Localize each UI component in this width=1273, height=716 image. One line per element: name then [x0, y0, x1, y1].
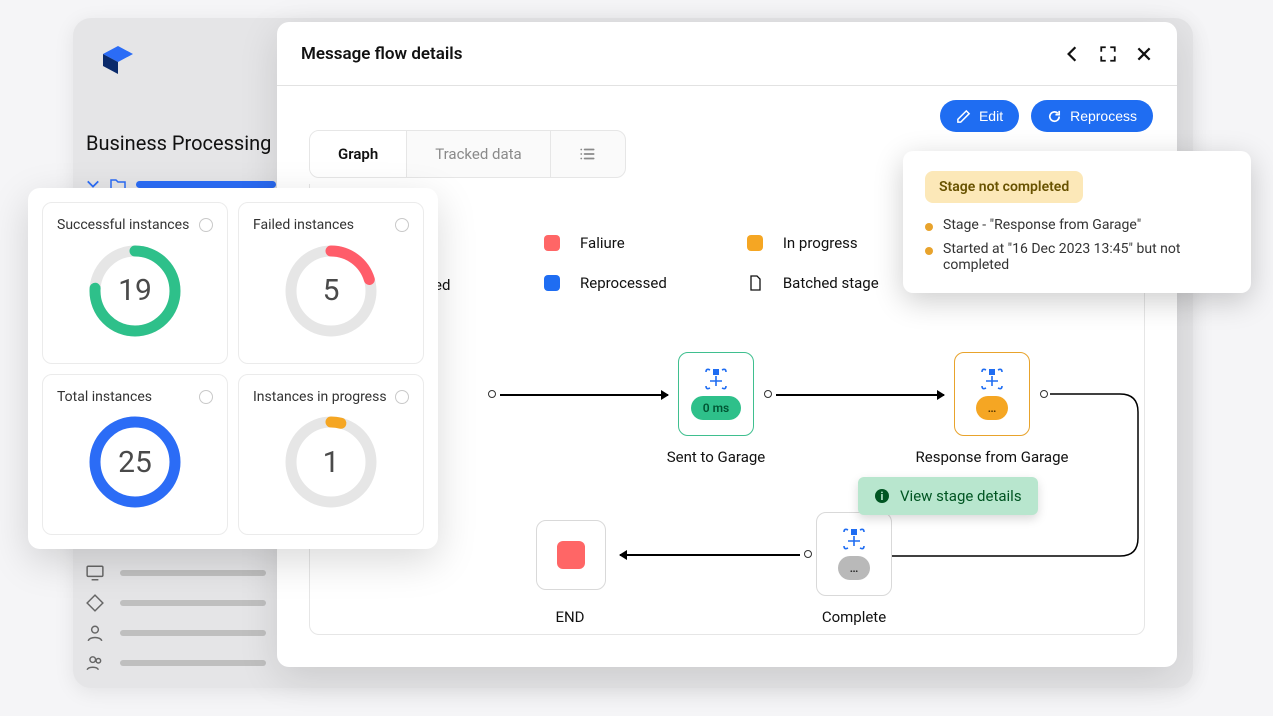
document-icon: [747, 275, 763, 291]
view-stage-details-tip[interactable]: i View stage details: [858, 477, 1038, 515]
tab-tracked-data[interactable]: Tracked data: [407, 131, 550, 177]
tip-label: View stage details: [900, 487, 1022, 505]
legend-batched: Batched stage: [747, 274, 879, 292]
info-icon[interactable]: [395, 218, 409, 232]
node-sent-to-garage[interactable]: 0 ms: [678, 352, 754, 436]
node-end[interactable]: [536, 520, 606, 590]
back-icon[interactable]: [1063, 45, 1081, 63]
node3-pill: …: [838, 556, 871, 580]
kpi-successful-value: 19: [118, 273, 152, 308]
sidebar-items: [86, 558, 266, 678]
info-icon: i: [874, 488, 890, 504]
panel-title: Message flow details: [301, 44, 462, 64]
port-start: [488, 390, 496, 398]
refresh-icon: [1047, 109, 1062, 124]
legend-failure: Faliure: [544, 234, 667, 252]
close-icon[interactable]: [1135, 45, 1153, 63]
end-icon: [557, 541, 585, 569]
edit-button-label: Edit: [979, 108, 1003, 124]
node1-label: Sent to Garage: [616, 448, 816, 466]
port-n1-out: [764, 390, 772, 398]
swatch-reprocessed: [544, 275, 560, 291]
kpi-total-value: 25: [118, 445, 152, 480]
node1-time-pill: 0 ms: [691, 396, 741, 420]
workspace-title: Business Processing: [86, 131, 271, 155]
kpi-failed-value: 5: [323, 273, 340, 308]
kpi-progress-value: 1: [323, 445, 340, 480]
panel-header: Message flow details: [277, 22, 1177, 86]
arrow-n2-to-n3: [870, 390, 1150, 560]
node3-label: Complete: [754, 608, 954, 626]
arrow-n3-to-end: [620, 554, 800, 556]
edit-button[interactable]: Edit: [940, 100, 1019, 132]
fullscreen-icon[interactable]: [1099, 45, 1117, 63]
stage-status-popover: Stage not completed Stage - "Response fr…: [903, 151, 1251, 293]
kpi-total: Total instances 25: [42, 374, 228, 536]
reprocess-button-label: Reprocess: [1070, 108, 1137, 124]
edit-icon: [956, 109, 971, 124]
info-icon[interactable]: [395, 390, 409, 404]
info-icon[interactable]: [199, 218, 213, 232]
legend-reprocessed: Reprocessed: [544, 274, 667, 292]
flow-node-icon: [978, 368, 1006, 390]
swatch-in-progress: [747, 235, 763, 251]
arrow-start-to-node1: [500, 394, 668, 396]
tab-graph[interactable]: Graph: [310, 131, 407, 177]
action-row: Edit Reprocess: [277, 86, 1177, 132]
app-logo: [103, 46, 133, 84]
swatch-failure: [544, 235, 560, 251]
info-icon[interactable]: [199, 390, 213, 404]
kpi-card: Successful instances 19 Failed instances…: [28, 188, 438, 549]
popover-line: Started at "16 Dec 2023 13:45" but not c…: [925, 241, 1229, 273]
svg-text:i: i: [881, 490, 884, 503]
end-label: END: [470, 608, 670, 626]
monitor-icon: [86, 564, 104, 582]
status-badge: Stage not completed: [925, 171, 1083, 203]
reprocess-button[interactable]: Reprocess: [1031, 100, 1153, 132]
users-icon: [86, 654, 104, 672]
diamond-icon: [86, 594, 104, 612]
user-icon: [86, 624, 104, 642]
popover-line: Stage - "Response from Garage": [925, 217, 1229, 233]
tabs: Graph Tracked data: [309, 130, 626, 178]
legend: Faliure In progress Reprocessed Batched …: [544, 234, 879, 292]
kpi-successful: Successful instances 19: [42, 202, 228, 364]
legend-in-progress: In progress: [747, 234, 879, 252]
flow-node-icon: [702, 368, 730, 390]
port-n3-in: [804, 550, 812, 558]
tab-list[interactable]: [551, 131, 625, 177]
node-complete[interactable]: …: [816, 512, 892, 596]
kpi-in-progress: Instances in progress 1: [238, 374, 424, 536]
flow-node-icon: [840, 528, 868, 550]
kpi-failed: Failed instances 5: [238, 202, 424, 364]
list-icon: [579, 145, 597, 163]
